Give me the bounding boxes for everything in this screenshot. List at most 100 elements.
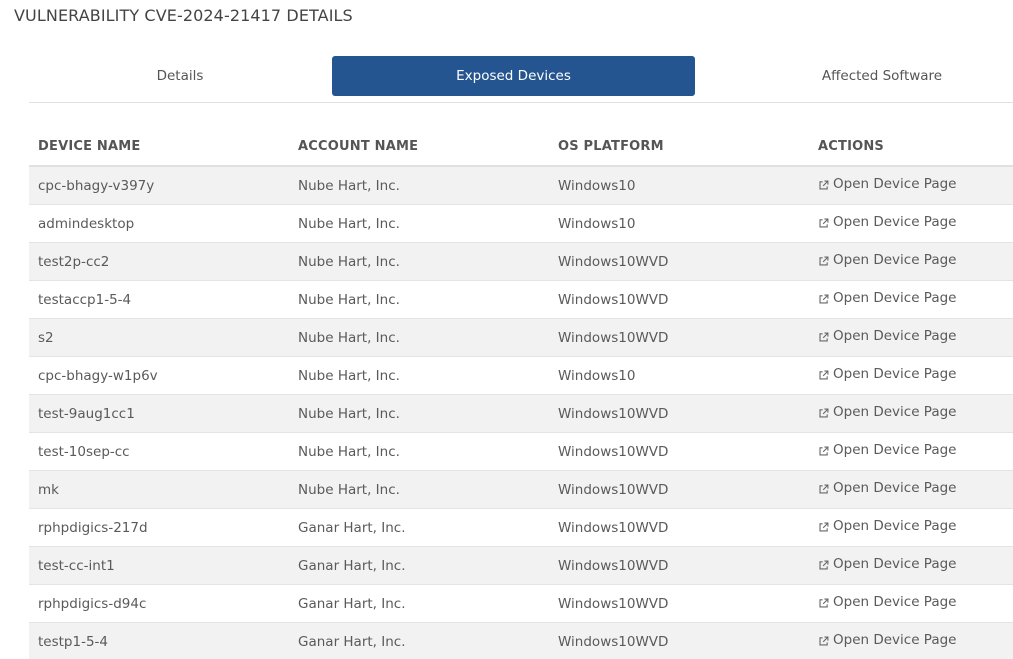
device-name-cell: cpc-bhagy-w1p6v (29, 356, 289, 395)
os-platform-cell: Windows10WVD (549, 432, 809, 471)
actions-cell: Open Device Page (809, 166, 1013, 205)
open-device-page-label: Open Device Page (833, 176, 957, 193)
actions-cell: Open Device Page (809, 584, 1013, 623)
table-row: testaccp1-5-4 Nube Hart, Inc. Windows10WVD… (29, 280, 1013, 319)
os-platform-cell: Windows10WVD (549, 394, 809, 433)
tab-affected-software[interactable]: Affected Software (695, 56, 1013, 96)
table-row: rphpdigics-217d Ganar Hart, Inc. Windows10… (29, 508, 1013, 547)
open-device-page-link[interactable]: Open Device Page (818, 442, 957, 458)
table-row: admindesktop Nube Hart, Inc. Windows10 Open… (29, 204, 1013, 243)
tab-bar: Details Exposed Devices Affected Softwar… (29, 56, 1013, 103)
open-device-page-link[interactable]: Open Device Page (818, 404, 957, 420)
open-device-page-label: Open Device Page (833, 366, 957, 383)
device-name-cell: rphpdigics-d94c (29, 584, 289, 623)
exposed-devices-table: DEVICE NAME ACCOUNT NAME OS PLATFORM ACT… (29, 127, 1013, 659)
table-row: test2p-cc2 Nube Hart, Inc. Windows10WVD Ope… (29, 242, 1013, 281)
account-name-cell: Nube Hart, Inc. (289, 432, 549, 471)
open-device-page-label: Open Device Page (833, 632, 957, 649)
table-row: cpc-bhagy-w1p6v Nube Hart, Inc. Windows10 O… (29, 356, 1013, 395)
open-device-page-link[interactable]: Open Device Page (818, 176, 957, 192)
open-device-page-link[interactable]: Open Device Page (818, 518, 957, 534)
account-name-cell: Ganar Hart, Inc. (289, 508, 549, 547)
account-name-cell: Nube Hart, Inc. (289, 318, 549, 357)
account-name-cell: Nube Hart, Inc. (289, 394, 549, 433)
account-name-cell: Ganar Hart, Inc. (289, 584, 549, 623)
actions-cell: Open Device Page (809, 318, 1013, 357)
actions-cell: Open Device Page (809, 280, 1013, 319)
vulnerability-details-page: VULNERABILITY CVE-2024-21417 DETAILS Det… (0, 0, 1013, 659)
actions-cell: Open Device Page (809, 204, 1013, 243)
table-row: test-cc-int1 Ganar Hart, Inc. Windows10WVD… (29, 546, 1013, 585)
actions-cell: Open Device Page (809, 546, 1013, 585)
external-link-icon (818, 635, 829, 646)
device-name-cell: testp1-5-4 (29, 622, 289, 659)
os-platform-cell: Windows10 (549, 204, 809, 243)
tab-details[interactable]: Details (29, 56, 331, 96)
device-name-cell: test-cc-int1 (29, 546, 289, 585)
open-device-page-label: Open Device Page (833, 404, 957, 421)
open-device-page-label: Open Device Page (833, 290, 957, 307)
device-name-cell: test-10sep-cc (29, 432, 289, 471)
os-platform-cell: Windows10WVD (549, 470, 809, 509)
column-header-account-name[interactable]: ACCOUNT NAME (289, 127, 549, 167)
tab-exposed-devices[interactable]: Exposed Devices (332, 56, 695, 96)
external-link-icon (818, 369, 829, 380)
os-platform-cell: Windows10 (549, 356, 809, 395)
os-platform-cell: Windows10 (549, 166, 809, 205)
open-device-page-label: Open Device Page (833, 518, 957, 535)
os-platform-cell: Windows10WVD (549, 508, 809, 547)
table-row: s2 Nube Hart, Inc. Windows10WVD Open Device… (29, 318, 1013, 357)
account-name-cell: Nube Hart, Inc. (289, 166, 549, 205)
external-link-icon (818, 179, 829, 190)
actions-cell: Open Device Page (809, 242, 1013, 281)
open-device-page-label: Open Device Page (833, 594, 957, 611)
actions-cell: Open Device Page (809, 508, 1013, 547)
column-header-os-platform[interactable]: OS PLATFORM (549, 127, 809, 167)
external-link-icon (818, 559, 829, 570)
device-name-cell: admindesktop (29, 204, 289, 243)
column-header-device-name[interactable]: DEVICE NAME (29, 127, 289, 167)
os-platform-cell: Windows10WVD (549, 584, 809, 623)
external-link-icon (818, 483, 829, 494)
device-name-cell: s2 (29, 318, 289, 357)
open-device-page-link[interactable]: Open Device Page (818, 556, 957, 572)
account-name-cell: Ganar Hart, Inc. (289, 546, 549, 585)
table-row: test-9aug1cc1 Nube Hart, Inc. Windows10WVD… (29, 394, 1013, 433)
external-link-icon (818, 255, 829, 266)
actions-cell: Open Device Page (809, 394, 1013, 433)
external-link-icon (818, 331, 829, 342)
os-platform-cell: Windows10WVD (549, 318, 809, 357)
external-link-icon (818, 217, 829, 228)
os-platform-cell: Windows10WVD (549, 242, 809, 281)
table-header-row: DEVICE NAME ACCOUNT NAME OS PLATFORM ACT… (29, 127, 1013, 167)
os-platform-cell: Windows10WVD (549, 622, 809, 659)
open-device-page-link[interactable]: Open Device Page (818, 214, 957, 230)
page-title: VULNERABILITY CVE-2024-21417 DETAILS (14, 6, 353, 25)
table-row: cpc-bhagy-v397y Nube Hart, Inc. Windows10 O… (29, 166, 1013, 205)
external-link-icon (818, 445, 829, 456)
device-name-cell: test2p-cc2 (29, 242, 289, 281)
open-device-page-link[interactable]: Open Device Page (818, 290, 957, 306)
device-name-cell: cpc-bhagy-v397y (29, 166, 289, 205)
external-link-icon (818, 597, 829, 608)
open-device-page-link[interactable]: Open Device Page (818, 252, 957, 268)
open-device-page-link[interactable]: Open Device Page (818, 594, 957, 610)
open-device-page-label: Open Device Page (833, 214, 957, 231)
actions-cell: Open Device Page (809, 356, 1013, 395)
table-body: cpc-bhagy-v397y Nube Hart, Inc. Windows10 O… (29, 166, 1013, 659)
external-link-icon (818, 293, 829, 304)
device-name-cell: testaccp1-5-4 (29, 280, 289, 319)
open-device-page-label: Open Device Page (833, 328, 957, 345)
external-link-icon (818, 521, 829, 532)
device-name-cell: rphpdigics-217d (29, 508, 289, 547)
open-device-page-link[interactable]: Open Device Page (818, 328, 957, 344)
open-device-page-label: Open Device Page (833, 252, 957, 269)
open-device-page-link[interactable]: Open Device Page (818, 366, 957, 382)
open-device-page-link[interactable]: Open Device Page (818, 632, 957, 648)
account-name-cell: Nube Hart, Inc. (289, 356, 549, 395)
device-name-cell: mk (29, 470, 289, 509)
account-name-cell: Nube Hart, Inc. (289, 204, 549, 243)
open-device-page-link[interactable]: Open Device Page (818, 480, 957, 496)
actions-cell: Open Device Page (809, 622, 1013, 659)
device-name-cell: test-9aug1cc1 (29, 394, 289, 433)
